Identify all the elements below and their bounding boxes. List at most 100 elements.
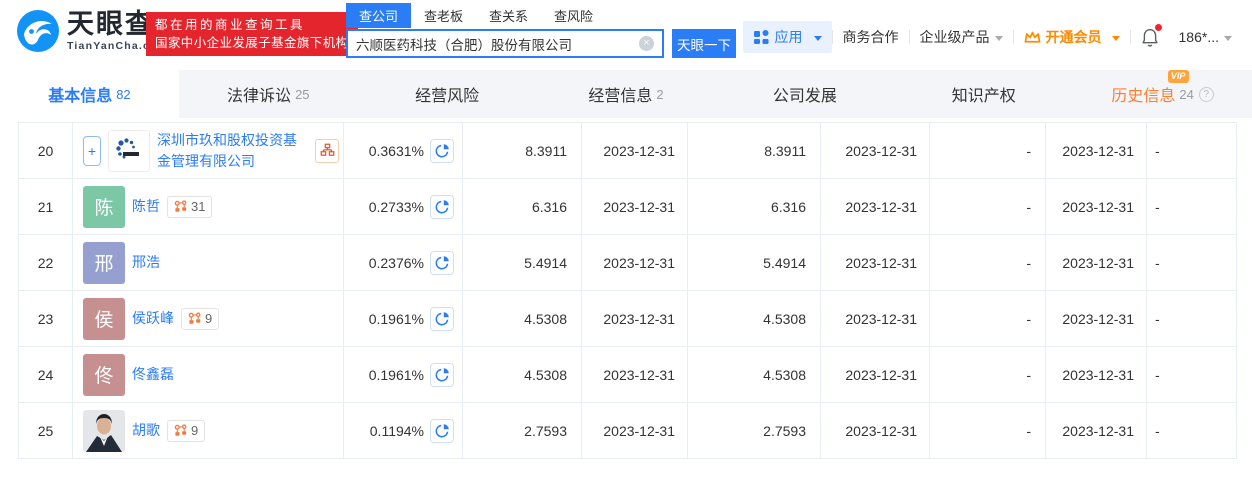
search-button[interactable]: 天眼一下 (672, 29, 736, 58)
shares2-cell: 2.7593 (687, 402, 821, 459)
table-row: 22 邢 邢浩 0.2376% 5.4914 2023-12-31 5.4914… (18, 234, 1237, 291)
value4-cell: - (1146, 402, 1237, 459)
tab-history-info[interactable]: 历史信息 VIP 24 ? (1073, 70, 1252, 118)
shareholder-name-link[interactable]: 邢浩 (132, 252, 160, 273)
shares-cell: 4.5308 (462, 290, 582, 347)
pie-chart-icon[interactable] (430, 250, 454, 275)
tab-operation-info[interactable]: 经营信息 2 (537, 70, 716, 118)
expand-button[interactable]: + (83, 135, 101, 166)
date-cell: 2023-12-31 (581, 234, 688, 291)
row-number: 23 (18, 290, 73, 347)
value3-cell: - (929, 122, 1046, 179)
shareholder-cell: 侯 侯跃峰 9 (72, 290, 344, 347)
slogan-badge: 都在用的商业查询工具 国家中小企业发展子基金旗下机构 (146, 12, 358, 56)
ratio-cell: 0.3631% (343, 122, 463, 179)
search-tab-relation[interactable]: 查关系 (476, 3, 541, 28)
company-logo (108, 129, 150, 172)
value4-cell: - (1146, 122, 1237, 179)
search-tab-risk[interactable]: 查风险 (541, 3, 606, 28)
shares-cell: 6.316 (462, 178, 582, 235)
shareholder-cell: 邢 邢浩 (72, 234, 344, 291)
pie-chart-icon[interactable] (430, 418, 454, 443)
table-row: 24 佟 佟鑫磊 0.1961% 4.5308 2023-12-31 4.530… (18, 346, 1237, 403)
tab-company-development[interactable]: 公司发展 (715, 70, 894, 118)
search-tab-boss[interactable]: 查老板 (411, 3, 476, 28)
shareholder-name-link[interactable]: 胡歌 (132, 420, 160, 441)
date2-cell: 2023-12-31 (820, 122, 930, 179)
relation-badge[interactable]: 9 (181, 307, 220, 330)
date-cell: 2023-12-31 (581, 346, 688, 403)
shares2-cell: 6.316 (687, 178, 821, 235)
value3-cell: - (929, 234, 1046, 291)
date2-cell: 2023-12-31 (820, 290, 930, 347)
pie-chart-icon[interactable] (430, 194, 454, 219)
search-input[interactable] (348, 36, 639, 51)
date3-cell: 2023-12-31 (1045, 402, 1147, 459)
tianyancha-page: 天眼查 TianYanCha.com 都在用的商业查询工具 国家中小企业发展子基… (0, 0, 1252, 501)
relation-graph-icon (174, 200, 187, 212)
pie-chart-icon[interactable] (430, 362, 454, 387)
search-module: 查公司 查老板 查关系 查风险 × 天眼一下 (346, 3, 736, 58)
business-cooperation-link[interactable]: 商务合作 (833, 27, 909, 47)
shares2-cell: 4.5308 (687, 346, 821, 403)
chevron-down-icon (994, 35, 1003, 41)
tab-intellectual-property[interactable]: 知识产权 (894, 70, 1073, 118)
date3-cell: 2023-12-31 (1045, 234, 1147, 291)
company-logo-icon (116, 137, 139, 158)
date-cell: 2023-12-31 (581, 122, 688, 179)
value3-cell: - (929, 290, 1046, 347)
notification-bell[interactable] (1131, 23, 1169, 47)
relation-graph-icon (174, 424, 187, 436)
slogan-line1: 都在用的商业查询工具 (155, 18, 306, 32)
shareholder-name-link[interactable]: 侯跃峰 (132, 308, 174, 329)
chevron-down-icon (813, 35, 822, 41)
date3-cell: 2023-12-31 (1045, 178, 1147, 235)
pie-icon (435, 312, 449, 326)
chevron-down-icon (1111, 35, 1120, 41)
shareholders-section: 20 + 深圳市玖和股权投资基金管理有限公司 0.3631% 8.3911 20… (18, 122, 1252, 459)
pie-chart-icon[interactable] (430, 138, 454, 163)
relation-badge[interactable]: 31 (167, 195, 213, 218)
pie-icon (435, 256, 449, 270)
value4-cell: - (1146, 290, 1237, 347)
search-tab-company[interactable]: 查公司 (346, 3, 412, 28)
relation-badge[interactable]: 9 (167, 419, 206, 442)
tianyancha-swirl-icon (17, 10, 59, 52)
table-row: 20 + 深圳市玖和股权投资基金管理有限公司 0.3631% 8.3911 20… (18, 122, 1237, 179)
help-icon[interactable]: ? (1198, 86, 1214, 102)
date-cell: 2023-12-31 (581, 290, 688, 347)
pie-icon (435, 368, 449, 382)
pie-chart-icon[interactable] (430, 306, 454, 331)
enterprise-product-menu[interactable]: 企业级产品 (910, 27, 1013, 47)
clear-icon[interactable]: × (639, 36, 654, 51)
shareholder-name-link[interactable]: 陈哲 (132, 196, 160, 217)
date3-cell: 2023-12-31 (1045, 290, 1147, 347)
shareholder-cell: + 深圳市玖和股权投资基金管理有限公司 (72, 122, 344, 179)
tab-basic-info[interactable]: 基本信息 82 (0, 70, 179, 118)
value4-cell: - (1146, 346, 1237, 403)
org-chart-icon (320, 143, 334, 156)
apps-menu[interactable]: 应用 (742, 21, 832, 53)
value4-cell: - (1146, 234, 1237, 291)
row-number: 21 (18, 178, 73, 235)
shareholder-name-link[interactable]: 深圳市玖和股权投资基金管理有限公司 (157, 130, 308, 172)
avatar: 邢 (83, 241, 125, 284)
chevron-down-icon (1224, 35, 1232, 41)
top-header: 天眼查 TianYanCha.com 都在用的商业查询工具 国家中小企业发展子基… (0, 0, 1252, 70)
shares-cell: 2.7593 (462, 402, 582, 459)
pie-icon (435, 200, 449, 214)
shareholder-name-link[interactable]: 佟鑫磊 (132, 364, 174, 385)
value3-cell: - (929, 346, 1046, 403)
tab-operation-risk[interactable]: 经营风险 (358, 70, 537, 118)
search-tabs: 查公司 查老板 查关系 查风险 (346, 3, 736, 28)
tab-legal-proceedings[interactable]: 法律诉讼 25 (179, 70, 358, 118)
date2-cell: 2023-12-31 (820, 178, 930, 235)
value3-cell: - (929, 402, 1046, 459)
avatar: 佟 (83, 353, 125, 396)
open-vip-menu[interactable]: 开通会员 (1014, 27, 1130, 47)
shares-cell: 8.3911 (462, 122, 582, 179)
date3-cell: 2023-12-31 (1045, 346, 1147, 403)
shareholder-cell: 佟 佟鑫磊 (72, 346, 344, 403)
account-menu[interactable]: 186*... (1169, 29, 1242, 45)
equity-structure-icon[interactable] (315, 138, 339, 163)
